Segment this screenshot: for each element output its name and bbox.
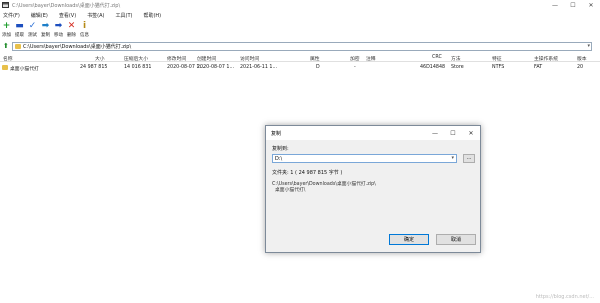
column-header-method[interactable]: 方法 [451, 55, 461, 62]
address-input[interactable]: C:\Users\bayer\Downloads\桌面小猫代打.zip\ ▾ [12, 42, 592, 51]
menu-file[interactable]: 文件(F) [3, 12, 20, 19]
delete-icon: ✕ [67, 21, 76, 31]
column-header-host-os[interactable]: 主操作系统 [534, 55, 558, 62]
toolbar-button-5[interactable]: ✕ 删除 [65, 21, 78, 39]
dialog-window-controls: — ☐ ✕ [426, 126, 480, 140]
dialog-maximize-button[interactable]: ☐ [444, 126, 462, 140]
close-button[interactable]: ✕ [582, 0, 600, 10]
arrow-right-icon: ➡ [54, 21, 63, 31]
folder-info: 文件夹: 1 ( 24 987 815 字节 ) [272, 170, 343, 176]
menu-edit[interactable]: 编辑(E) [31, 12, 48, 19]
cell-characteristics: NTFS [492, 65, 505, 70]
column-header-comment[interactable]: 注释 [366, 55, 376, 62]
column-header-characteristics[interactable]: 特征 [492, 55, 502, 62]
copy-to-label: 复制到: [272, 146, 289, 152]
menu-bar: 文件(F) 编辑(E) 查看(V) 书签(A) 工具(T) 帮助(H) [0, 10, 600, 20]
plus-icon: + [2, 21, 11, 31]
check-icon: ✓ [28, 21, 37, 31]
cell-crc: 46D14848 [420, 65, 446, 70]
cell-created: 2020-08-07 1... [197, 65, 235, 70]
column-header-accessed[interactable]: 访问时间 [240, 55, 259, 62]
toolbar-button-2[interactable]: ✓ 测试 [26, 21, 39, 39]
cell-version: 20 [577, 65, 584, 70]
folder-icon [15, 44, 21, 49]
column-header-attributes[interactable]: 属性 [310, 55, 320, 62]
browse-button[interactable]: ... [463, 154, 475, 163]
cell-accessed: 2021-06-11 1... [240, 65, 278, 70]
column-header-encrypted[interactable]: 加密 [350, 55, 360, 62]
chevron-down-icon[interactable]: ▾ [451, 155, 454, 161]
arrow-right-icon: ➡ [41, 21, 50, 31]
app-icon [2, 2, 9, 8]
folder-icon [2, 65, 8, 70]
column-header-name[interactable]: 名称 [3, 55, 13, 62]
column-header-crc[interactable]: CRC [432, 55, 442, 60]
column-header-created[interactable]: 创建时间 [197, 55, 216, 62]
column-header-size[interactable]: 大小 [95, 55, 105, 62]
dialog-title-bar: 复制 — ☐ ✕ [266, 126, 480, 140]
destination-input[interactable]: D:\ ▾ [272, 154, 457, 163]
cancel-button[interactable]: 取消 [436, 234, 476, 245]
cell-packed: 14 016 831 [124, 65, 152, 70]
toolbar-button-label: 移动 [54, 33, 63, 38]
dialog-close-button[interactable]: ✕ [462, 126, 480, 140]
chevron-down-icon[interactable]: ▾ [587, 43, 590, 49]
menu-help[interactable]: 帮助(H) [143, 12, 161, 19]
column-header-version[interactable]: 版本 [577, 55, 587, 62]
cell-name: 桌面小猫代打 [10, 67, 39, 72]
minimize-button[interactable]: — [546, 0, 564, 10]
menu-tools[interactable]: 工具(T) [116, 12, 133, 19]
cell-encrypted: - [354, 65, 356, 70]
ok-button[interactable]: 确定 [389, 234, 429, 245]
toolbar-button-label: 删除 [67, 33, 76, 38]
destination-value: D:\ [275, 155, 283, 162]
address-path: C:\Users\bayer\Downloads\桌面小猫代打.zip\ [23, 44, 132, 50]
cell-attributes: D [316, 65, 320, 70]
dialog-title: 复制 [271, 130, 282, 137]
watermark: https://blog.csdn.net/... [535, 294, 594, 300]
toolbar-button-3[interactable]: ➡ 复制 [39, 21, 52, 39]
toolbar-button-4[interactable]: ➡ 移动 [52, 21, 65, 39]
column-header-modified[interactable]: 修改时间 [167, 55, 186, 62]
cell-host-os: FAT [534, 65, 543, 70]
toolbar: + 添加 ▬ 提取 ✓ 测试 ➡ 复制 ➡ 移动 ✕ 删除 i 信息 [0, 21, 600, 39]
toolbar-button-label: 信息 [80, 33, 89, 38]
up-folder-icon[interactable]: ⬆ [3, 43, 10, 50]
dialog-body: 复制到: D:\ ▾ ... 文件夹: 1 ( 24 987 815 字节 ) … [266, 140, 480, 245]
toolbar-button-0[interactable]: + 添加 [0, 21, 13, 39]
toolbar-button-1[interactable]: ▬ 提取 [13, 21, 26, 39]
toolbar-button-label: 添加 [2, 33, 11, 38]
toolbar-button-label: 复制 [41, 33, 50, 38]
column-headers: 名称 大小 压缩后大小 修改时间 创建时间 访问时间 属性 加密 注释 CRC … [0, 54, 600, 62]
toolbar-button-label: 提取 [15, 33, 24, 38]
menu-view[interactable]: 查看(V) [59, 12, 76, 19]
maximize-button[interactable]: ☐ [564, 0, 582, 10]
column-header-packed[interactable]: 压缩后大小 [124, 55, 148, 62]
menu-bookmarks[interactable]: 书签(A) [87, 12, 104, 19]
title-bar: C:\Users\bayer\Downloads\桌面小猫代打.zip\ — ☐… [0, 0, 600, 10]
window-controls: — ☐ ✕ [546, 0, 600, 10]
minus-icon: ▬ [15, 21, 24, 31]
address-bar: ⬆ C:\Users\bayer\Downloads\桌面小猫代打.zip\ ▾ [0, 41, 600, 52]
cell-method: Store [451, 65, 464, 70]
toolbar-button-6[interactable]: i 信息 [78, 21, 91, 39]
window-title: C:\Users\bayer\Downloads\桌面小猫代打.zip\ [12, 2, 121, 9]
cell-size: 24 987 815 [80, 65, 108, 70]
source-item: 桌面小猫代打\ [275, 188, 306, 193]
copy-dialog: 复制 — ☐ ✕ 复制到: D:\ ▾ ... 文件夹: 1 ( 24 987 … [265, 125, 481, 253]
toolbar-button-label: 测试 [28, 33, 37, 38]
table-row[interactable]: 桌面小猫代打 24 987 815 14 016 831 2020-08-07 … [0, 64, 600, 72]
info-icon: i [82, 21, 87, 31]
dialog-minimize-button[interactable]: — [426, 126, 444, 140]
